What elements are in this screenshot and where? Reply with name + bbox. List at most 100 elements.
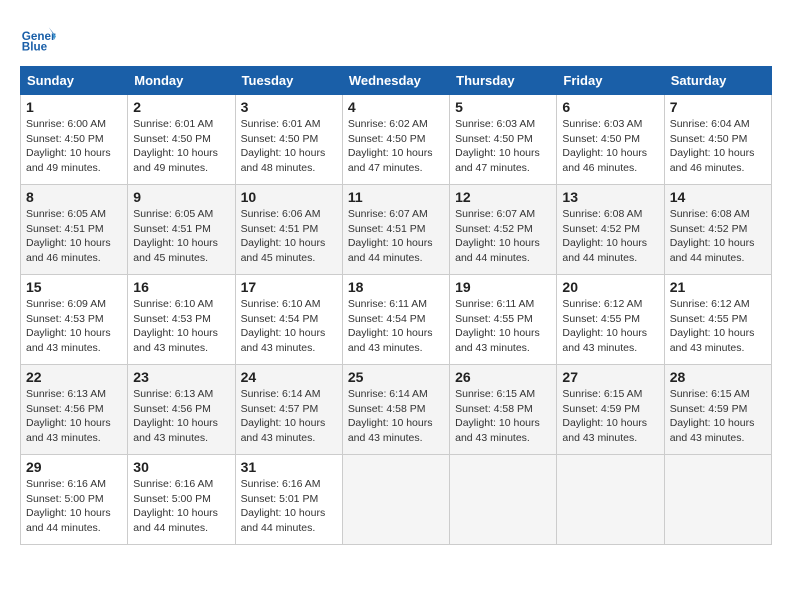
calendar-cell: 21 Sunrise: 6:12 AM Sunset: 4:55 PM Dayl… <box>664 275 771 365</box>
calendar-table: Sunday Monday Tuesday Wednesday Thursday… <box>20 66 772 545</box>
day-info: Sunrise: 6:08 AM Sunset: 4:52 PM Dayligh… <box>562 207 658 266</box>
day-number: 6 <box>562 99 658 115</box>
col-tuesday: Tuesday <box>235 67 342 95</box>
day-number: 17 <box>241 279 337 295</box>
day-number: 1 <box>26 99 122 115</box>
day-number: 4 <box>348 99 444 115</box>
calendar-cell: 29 Sunrise: 6:16 AM Sunset: 5:00 PM Dayl… <box>21 455 128 545</box>
calendar-header-row: Sunday Monday Tuesday Wednesday Thursday… <box>21 67 772 95</box>
day-number: 10 <box>241 189 337 205</box>
calendar-cell: 23 Sunrise: 6:13 AM Sunset: 4:56 PM Dayl… <box>128 365 235 455</box>
calendar-cell <box>450 455 557 545</box>
day-info: Sunrise: 6:15 AM Sunset: 4:59 PM Dayligh… <box>562 387 658 446</box>
day-info: Sunrise: 6:03 AM Sunset: 4:50 PM Dayligh… <box>562 117 658 176</box>
calendar-cell: 30 Sunrise: 6:16 AM Sunset: 5:00 PM Dayl… <box>128 455 235 545</box>
calendar-cell: 8 Sunrise: 6:05 AM Sunset: 4:51 PM Dayli… <box>21 185 128 275</box>
day-info: Sunrise: 6:05 AM Sunset: 4:51 PM Dayligh… <box>133 207 229 266</box>
col-monday: Monday <box>128 67 235 95</box>
calendar-cell: 3 Sunrise: 6:01 AM Sunset: 4:50 PM Dayli… <box>235 95 342 185</box>
day-info: Sunrise: 6:14 AM Sunset: 4:58 PM Dayligh… <box>348 387 444 446</box>
day-info: Sunrise: 6:07 AM Sunset: 4:51 PM Dayligh… <box>348 207 444 266</box>
calendar-cell: 16 Sunrise: 6:10 AM Sunset: 4:53 PM Dayl… <box>128 275 235 365</box>
calendar-cell: 5 Sunrise: 6:03 AM Sunset: 4:50 PM Dayli… <box>450 95 557 185</box>
calendar-cell: 4 Sunrise: 6:02 AM Sunset: 4:50 PM Dayli… <box>342 95 449 185</box>
week-row-2: 8 Sunrise: 6:05 AM Sunset: 4:51 PM Dayli… <box>21 185 772 275</box>
day-info: Sunrise: 6:12 AM Sunset: 4:55 PM Dayligh… <box>670 297 766 356</box>
calendar-cell <box>557 455 664 545</box>
day-number: 7 <box>670 99 766 115</box>
day-info: Sunrise: 6:13 AM Sunset: 4:56 PM Dayligh… <box>26 387 122 446</box>
day-number: 23 <box>133 369 229 385</box>
day-info: Sunrise: 6:15 AM Sunset: 4:59 PM Dayligh… <box>670 387 766 446</box>
calendar-cell: 10 Sunrise: 6:06 AM Sunset: 4:51 PM Dayl… <box>235 185 342 275</box>
calendar-cell: 27 Sunrise: 6:15 AM Sunset: 4:59 PM Dayl… <box>557 365 664 455</box>
calendar-cell: 26 Sunrise: 6:15 AM Sunset: 4:58 PM Dayl… <box>450 365 557 455</box>
col-saturday: Saturday <box>664 67 771 95</box>
day-number: 29 <box>26 459 122 475</box>
day-number: 18 <box>348 279 444 295</box>
day-info: Sunrise: 6:01 AM Sunset: 4:50 PM Dayligh… <box>133 117 229 176</box>
day-info: Sunrise: 6:03 AM Sunset: 4:50 PM Dayligh… <box>455 117 551 176</box>
day-info: Sunrise: 6:16 AM Sunset: 5:00 PM Dayligh… <box>133 477 229 536</box>
day-number: 3 <box>241 99 337 115</box>
day-info: Sunrise: 6:10 AM Sunset: 4:54 PM Dayligh… <box>241 297 337 356</box>
page-header: General Blue <box>20 20 772 56</box>
calendar-cell: 6 Sunrise: 6:03 AM Sunset: 4:50 PM Dayli… <box>557 95 664 185</box>
week-row-5: 29 Sunrise: 6:16 AM Sunset: 5:00 PM Dayl… <box>21 455 772 545</box>
day-number: 13 <box>562 189 658 205</box>
day-number: 16 <box>133 279 229 295</box>
calendar-cell <box>342 455 449 545</box>
day-number: 9 <box>133 189 229 205</box>
calendar-cell: 14 Sunrise: 6:08 AM Sunset: 4:52 PM Dayl… <box>664 185 771 275</box>
calendar-cell: 20 Sunrise: 6:12 AM Sunset: 4:55 PM Dayl… <box>557 275 664 365</box>
day-number: 5 <box>455 99 551 115</box>
day-info: Sunrise: 6:13 AM Sunset: 4:56 PM Dayligh… <box>133 387 229 446</box>
day-info: Sunrise: 6:16 AM Sunset: 5:00 PM Dayligh… <box>26 477 122 536</box>
day-info: Sunrise: 6:04 AM Sunset: 4:50 PM Dayligh… <box>670 117 766 176</box>
day-info: Sunrise: 6:01 AM Sunset: 4:50 PM Dayligh… <box>241 117 337 176</box>
col-friday: Friday <box>557 67 664 95</box>
svg-text:Blue: Blue <box>22 41 48 54</box>
calendar-cell: 15 Sunrise: 6:09 AM Sunset: 4:53 PM Dayl… <box>21 275 128 365</box>
logo: General Blue <box>20 20 60 56</box>
calendar-cell: 24 Sunrise: 6:14 AM Sunset: 4:57 PM Dayl… <box>235 365 342 455</box>
week-row-4: 22 Sunrise: 6:13 AM Sunset: 4:56 PM Dayl… <box>21 365 772 455</box>
day-number: 2 <box>133 99 229 115</box>
day-info: Sunrise: 6:05 AM Sunset: 4:51 PM Dayligh… <box>26 207 122 266</box>
day-number: 11 <box>348 189 444 205</box>
calendar-cell: 17 Sunrise: 6:10 AM Sunset: 4:54 PM Dayl… <box>235 275 342 365</box>
day-info: Sunrise: 6:15 AM Sunset: 4:58 PM Dayligh… <box>455 387 551 446</box>
day-number: 31 <box>241 459 337 475</box>
day-info: Sunrise: 6:14 AM Sunset: 4:57 PM Dayligh… <box>241 387 337 446</box>
calendar-cell: 31 Sunrise: 6:16 AM Sunset: 5:01 PM Dayl… <box>235 455 342 545</box>
day-number: 21 <box>670 279 766 295</box>
day-number: 19 <box>455 279 551 295</box>
day-number: 28 <box>670 369 766 385</box>
day-number: 14 <box>670 189 766 205</box>
day-info: Sunrise: 6:16 AM Sunset: 5:01 PM Dayligh… <box>241 477 337 536</box>
col-thursday: Thursday <box>450 67 557 95</box>
day-number: 27 <box>562 369 658 385</box>
day-number: 15 <box>26 279 122 295</box>
calendar-cell: 13 Sunrise: 6:08 AM Sunset: 4:52 PM Dayl… <box>557 185 664 275</box>
col-wednesday: Wednesday <box>342 67 449 95</box>
day-info: Sunrise: 6:12 AM Sunset: 4:55 PM Dayligh… <box>562 297 658 356</box>
day-number: 25 <box>348 369 444 385</box>
day-info: Sunrise: 6:10 AM Sunset: 4:53 PM Dayligh… <box>133 297 229 356</box>
calendar-cell: 28 Sunrise: 6:15 AM Sunset: 4:59 PM Dayl… <box>664 365 771 455</box>
day-info: Sunrise: 6:07 AM Sunset: 4:52 PM Dayligh… <box>455 207 551 266</box>
day-number: 20 <box>562 279 658 295</box>
day-info: Sunrise: 6:08 AM Sunset: 4:52 PM Dayligh… <box>670 207 766 266</box>
day-number: 26 <box>455 369 551 385</box>
calendar-cell <box>664 455 771 545</box>
calendar-cell: 22 Sunrise: 6:13 AM Sunset: 4:56 PM Dayl… <box>21 365 128 455</box>
logo-icon: General Blue <box>20 20 56 56</box>
calendar-cell: 19 Sunrise: 6:11 AM Sunset: 4:55 PM Dayl… <box>450 275 557 365</box>
week-row-3: 15 Sunrise: 6:09 AM Sunset: 4:53 PM Dayl… <box>21 275 772 365</box>
calendar-cell: 7 Sunrise: 6:04 AM Sunset: 4:50 PM Dayli… <box>664 95 771 185</box>
day-info: Sunrise: 6:06 AM Sunset: 4:51 PM Dayligh… <box>241 207 337 266</box>
calendar-cell: 25 Sunrise: 6:14 AM Sunset: 4:58 PM Dayl… <box>342 365 449 455</box>
day-info: Sunrise: 6:00 AM Sunset: 4:50 PM Dayligh… <box>26 117 122 176</box>
day-info: Sunrise: 6:09 AM Sunset: 4:53 PM Dayligh… <box>26 297 122 356</box>
day-number: 30 <box>133 459 229 475</box>
